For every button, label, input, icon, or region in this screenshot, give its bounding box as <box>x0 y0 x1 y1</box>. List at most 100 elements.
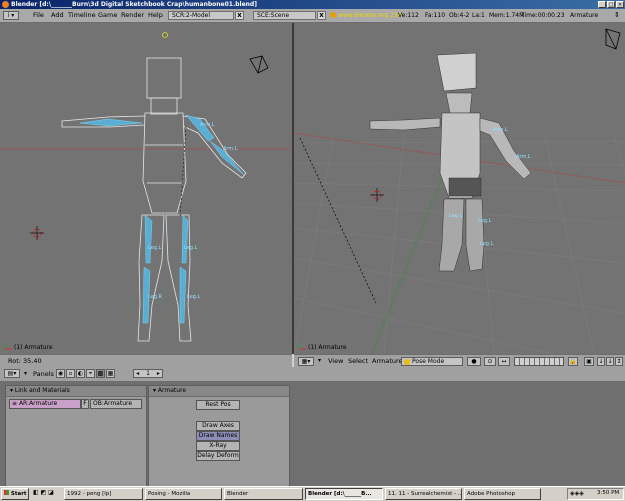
task-blender-2[interactable]: Blender [d:\______B... <box>305 488 383 500</box>
armature-browse-icon[interactable]: ≡ <box>12 400 17 407</box>
bones <box>79 114 245 324</box>
bone-label-leg-4: Leg.L <box>187 294 201 300</box>
info-header: i ▾ File Add Timeline Game Render Help S… <box>0 9 625 23</box>
bone-label-leg-1: Leg.L <box>148 245 162 251</box>
menu-render[interactable]: Render <box>121 9 144 22</box>
context-shading-button[interactable]: ◐ <box>76 369 85 378</box>
minimize-button[interactable]: _ <box>598 1 606 8</box>
pose-flip-button[interactable]: ↕ <box>615 357 623 366</box>
task-mozilla[interactable]: Posing - Mozilla <box>145 488 222 500</box>
bone-label-leg-1-persp: Leg.L <box>449 213 463 219</box>
context-editing-button[interactable]: ▩ <box>96 369 105 378</box>
xray-button[interactable]: X-Ray <box>196 441 240 451</box>
panels-collapse-icon[interactable]: ▾ <box>24 370 27 377</box>
context-script-button[interactable]: ▫ <box>66 369 75 378</box>
layer-buttons[interactable] <box>514 357 564 366</box>
axis-gizmo-icon-persp <box>298 342 306 350</box>
frame-prev-icon[interactable]: ◂ <box>136 370 139 377</box>
render-preview-button[interactable]: ▣ <box>584 357 594 366</box>
link-materials-title: Link and Materials <box>14 387 70 394</box>
scroll-arrows-icon[interactable]: ⇕ <box>614 11 620 19</box>
editor-type-button[interactable]: i ▾ <box>3 11 19 20</box>
buttons-header: ▤▾ ▾ Panels ◉ ▫ ◐ ⌖ ▩ ▦ ◂ 1 ▸ <box>0 367 625 382</box>
buttons-editor-type-button[interactable]: ▤▾ <box>4 369 20 378</box>
stat-memory: Mem:1.74M <box>489 12 525 19</box>
bone-label-leg-3-persp: Leg.L <box>480 241 494 247</box>
delay-deform-button[interactable]: Delay Deform <box>196 451 240 461</box>
pose-copy-button[interactable]: ↓ <box>597 357 605 366</box>
rest-pos-button[interactable]: Rest Pos <box>196 400 240 410</box>
pose-paste-button[interactable]: ↓ <box>606 357 614 366</box>
title-bar: Blender [d:\_______Burn\3d Digital Sketc… <box>0 0 625 9</box>
stat-time: Time:00:00.23 <box>521 12 565 19</box>
scene-delete-button[interactable]: x <box>317 11 326 20</box>
maximize-button[interactable]: □ <box>607 1 615 8</box>
front-view-svg <box>0 23 292 354</box>
rotation-readout: Rot: 35.40 <box>8 357 42 365</box>
active-object-name: Armature <box>570 12 599 19</box>
view3d-editor-type-button[interactable]: ▦▾ <box>298 357 314 366</box>
draw-names-button[interactable]: Draw Names <box>196 431 240 441</box>
camera-icon <box>249 55 269 74</box>
armature-panel-header[interactable]: ▾ Armature <box>149 386 289 397</box>
close-button[interactable]: × <box>616 1 624 8</box>
stat-faces: Fa:110 <box>425 12 446 19</box>
windows-logo-icon <box>4 490 9 495</box>
viewport-front[interactable]: Arm.L Arm.L Leg.L Leg.L Leg.R Leg.L (1) … <box>0 23 292 354</box>
menu-file[interactable]: File <box>33 9 44 22</box>
pivot-button[interactable]: ⊙ <box>484 357 496 366</box>
manipulator-button[interactable]: ↔ <box>498 357 510 366</box>
link-materials-panel: ▾ Link and Materials ≡ AR:Armature F OB:… <box>5 385 147 487</box>
viewport-persp-label: (1) Armature <box>308 344 347 351</box>
bone-label-arm-1-persp: Arm.L <box>493 127 508 133</box>
y-axis-line-persp <box>371 172 445 354</box>
viewport-perspective[interactable]: Arm.L Arm.L Leg.L Leg.L Leg.L (1) Armatu… <box>294 23 625 354</box>
context-logic-button[interactable]: ◉ <box>56 369 65 378</box>
bone-label-leg-3: Leg.R <box>148 294 163 300</box>
armature-datablock-field[interactable]: ≡ AR:Armature <box>9 399 81 409</box>
buttons-window: ▾ Link and Materials ≡ AR:Armature F OB:… <box>0 382 625 487</box>
bone-label-arm-1: Arm.L <box>200 122 215 128</box>
quicklaunch-icons[interactable]: ◧ ◩ ◪ <box>33 489 61 499</box>
menu-help[interactable]: Help <box>148 9 163 22</box>
task-peng[interactable]: 1992 - peng [lp] <box>64 488 143 500</box>
screen-delete-button[interactable]: x <box>235 11 244 20</box>
left-leg-solid <box>465 198 485 272</box>
mode-selector[interactable]: Pose Mode <box>401 357 463 366</box>
lock-button[interactable]: 🔒 <box>568 357 578 366</box>
perspective-view-svg <box>294 28 625 354</box>
head-solid <box>436 52 477 92</box>
panels-label[interactable]: Panels <box>33 367 54 381</box>
shading-button[interactable]: ● <box>467 357 481 366</box>
task-blender-1[interactable]: Blender <box>224 488 303 500</box>
fake-user-button[interactable]: F <box>81 399 89 409</box>
view3d-collapse-icon[interactable]: ▾ <box>318 357 321 364</box>
context-scene-button[interactable]: ▦ <box>106 369 115 378</box>
task-surrealchemist[interactable]: 11. 11 - Surrealchemist - ... <box>385 488 462 500</box>
object-name-field[interactable]: OB:Armature <box>90 399 142 409</box>
clock: 3:50 PM <box>597 490 620 496</box>
menu-timeline[interactable]: Timeline <box>68 9 96 22</box>
3d-cursor-icon-persp <box>370 188 384 202</box>
draw-axes-button[interactable]: Draw Axes <box>196 421 240 431</box>
task-photoshop[interactable]: Adobe Photoshop <box>464 488 541 500</box>
frame-field[interactable]: ◂ 1 ▸ <box>133 369 163 378</box>
right-leg-solid <box>438 198 465 272</box>
torso-mesh <box>142 112 187 214</box>
link-materials-panel-header[interactable]: ▾ Link and Materials <box>6 386 146 397</box>
frame-next-icon[interactable]: ▸ <box>157 370 160 377</box>
stat-lamps: La:1 <box>472 12 485 19</box>
start-button[interactable]: Start <box>1 488 29 500</box>
armature-name: AR:Armature <box>18 400 58 407</box>
blender-org-icon <box>330 12 336 18</box>
tray-icons[interactable]: ◈◈◈ <box>570 490 584 497</box>
window-title: Blender [d:\_______Burn\3d Digital Sketc… <box>11 1 257 8</box>
context-object-button[interactable]: ⌖ <box>86 369 95 378</box>
scene-selector[interactable]: SCE:Scene <box>253 11 316 20</box>
armature-panel: ▾ Armature Rest Pos Draw Axes Draw Names… <box>148 385 290 487</box>
screen-selector[interactable]: SCR:2-Model <box>168 11 234 20</box>
menu-game[interactable]: Game <box>98 9 117 22</box>
axis-gizmo-icon <box>4 342 12 350</box>
blender-logo-icon <box>2 1 9 8</box>
menu-add[interactable]: Add <box>51 9 64 22</box>
